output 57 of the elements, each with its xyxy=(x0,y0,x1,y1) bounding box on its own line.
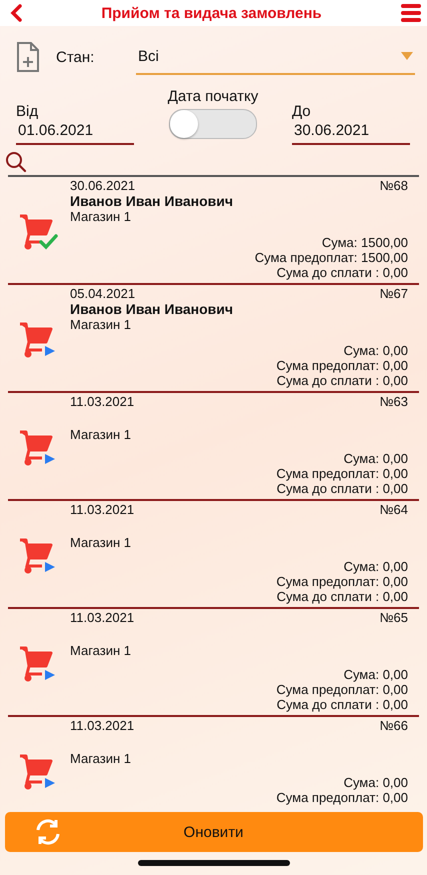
order-date: 11.03.2021 xyxy=(70,718,134,733)
order-number: №66 xyxy=(380,718,408,733)
new-document-icon[interactable] xyxy=(16,41,40,73)
order-number: №68 xyxy=(380,178,408,193)
to-label: До xyxy=(292,103,312,120)
customer-name: Иванов Иван Иванович xyxy=(70,193,234,209)
refresh-button[interactable]: Оновити xyxy=(4,812,422,852)
prepaid-text: Сума предоплат: 0,00 xyxy=(276,574,408,589)
shop-name: Магазин 1 xyxy=(70,751,132,766)
order-number: №65 xyxy=(380,610,408,625)
order-row[interactable]: 05.04.2021 №67 Иванов Иван Иванович Магазин 1 Сума: 0,00 Сума предоплат: 0,00 Сума до сплати : 0,00 xyxy=(8,285,419,393)
screen-title: Прийом та видача замовлень xyxy=(101,4,322,22)
order-date: 30.06.2021 xyxy=(70,178,136,193)
state-dropdown[interactable]: Всі xyxy=(136,39,415,75)
sum-text: Сума: 0,00 xyxy=(344,559,408,574)
order-row[interactable]: 30.06.2021 №68 Иванов Иван Иванович Магазин 1 Сума: 1500,00 Сума предоплат: 1500,00 Сума до сплати : 0,00 xyxy=(8,177,419,285)
order-date: 05.04.2021 xyxy=(70,286,136,301)
due-text: Сума до сплати : 0,00 xyxy=(276,697,408,712)
shop-name: Магазин 1 xyxy=(70,209,132,224)
order-date: 11.03.2021 xyxy=(70,610,134,625)
prepaid-text: Сума предоплат: 0,00 xyxy=(276,790,408,805)
from-label: Від xyxy=(16,103,40,120)
sum-text: Сума: 1500,00 xyxy=(322,235,408,250)
customer-name: Иванов Иван Иванович xyxy=(70,301,234,317)
order-row[interactable]: 11.03.2021 №64 Магазин 1 Сума: 0,00 Сума предоплат: 0,00 Сума до сплати : 0,00 xyxy=(8,501,419,609)
dropdown-caret-icon xyxy=(401,52,413,60)
prepaid-text: Сума предоплат: 0,00 xyxy=(276,466,408,481)
due-text: Сума до сплати : 0,00 xyxy=(276,589,408,604)
due-text: Сума до сплати : 0,00 xyxy=(276,481,408,496)
prepaid-text: Сума предоплат: 1500,00 xyxy=(254,250,408,265)
order-date: 11.03.2021 xyxy=(70,502,134,517)
to-date-field[interactable]: 30.06.2021 xyxy=(292,120,410,145)
state-label: Стан: xyxy=(56,48,96,66)
search-icon[interactable] xyxy=(5,151,27,173)
sum-text: Сума: 0,00 xyxy=(344,775,408,790)
start-date-toggle[interactable] xyxy=(168,109,257,139)
from-date-field[interactable]: 01.06.2021 xyxy=(16,120,134,145)
back-icon[interactable] xyxy=(10,4,22,22)
order-number: №63 xyxy=(380,394,408,409)
start-date-label: Дата початку xyxy=(168,88,258,105)
sum-text: Сума: 0,00 xyxy=(344,451,408,466)
order-row[interactable]: 11.03.2021 №65 Магазин 1 Сума: 0,00 Сума предоплат: 0,00 Сума до сплати : 0,00 xyxy=(8,609,419,717)
menu-icon[interactable] xyxy=(400,3,421,23)
prepaid-text: Сума предоплат: 0,00 xyxy=(276,682,408,697)
due-text: Сума до сплати : 0,00 xyxy=(276,373,408,388)
order-row[interactable]: 11.03.2021 №63 Магазин 1 Сума: 0,00 Сума предоплат: 0,00 Сума до сплати : 0,00 xyxy=(8,393,419,501)
shop-name: Магазин 1 xyxy=(70,643,132,658)
shop-name: Магазин 1 xyxy=(70,427,132,442)
prepaid-text: Сума предоплат: 0,00 xyxy=(276,358,408,373)
order-number: №67 xyxy=(380,286,408,301)
due-text: Сума до сплати : 0,00 xyxy=(276,265,408,280)
sum-text: Сума: 0,00 xyxy=(344,343,408,358)
sum-text: Сума: 0,00 xyxy=(344,667,408,682)
shop-name: Магазин 1 xyxy=(70,317,132,332)
order-date: 11.03.2021 xyxy=(70,394,134,409)
order-number: №64 xyxy=(380,502,408,517)
shop-name: Магазин 1 xyxy=(70,535,132,550)
